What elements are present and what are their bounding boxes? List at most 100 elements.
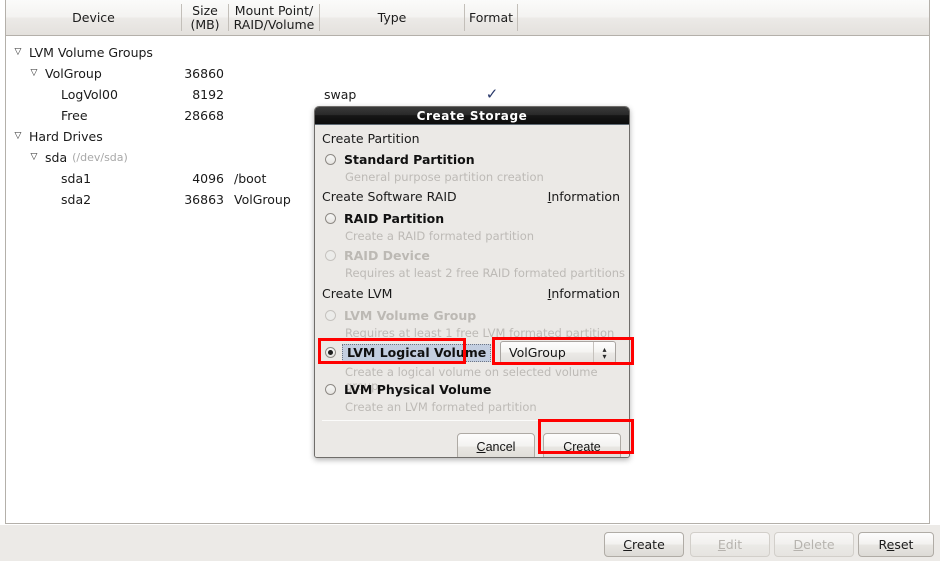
option-standard-partition[interactable]: Standard Partition [325, 151, 475, 168]
radio-lvm-logical-volume-icon[interactable] [325, 347, 336, 358]
dialog-title: Create Storage [315, 107, 629, 125]
section-heading-create-software-raid: Create Software RAID [322, 189, 457, 204]
table-row[interactable]: ▽ VolGroup 36860 [6, 63, 929, 84]
expander-triangle-icon[interactable]: ▽ [28, 63, 40, 84]
expander-triangle-icon[interactable]: ▽ [12, 126, 24, 147]
device-label: LVM Volume Groups [29, 45, 153, 60]
expander-triangle-icon[interactable]: ▽ [28, 147, 40, 168]
column-header-mount-line1: Mount Point/ [234, 2, 314, 18]
option-lvm-physical-volume-desc: Create an LVM formated partition [345, 400, 537, 414]
device-label: sda [45, 150, 68, 165]
column-divider-5[interactable] [517, 4, 518, 31]
device-path-label: (/dev/sda) [72, 151, 128, 164]
chevron-updown-icon[interactable]: ▴ ▾ [593, 342, 615, 363]
option-lvm-physical-volume[interactable]: LVM Physical Volume [325, 381, 491, 398]
option-raid-device-label: RAID Device [344, 248, 430, 263]
information-link-raid[interactable]: Information [548, 189, 620, 204]
device-label: Hard Drives [29, 129, 103, 144]
radio-lvm-volume-group-icon [325, 310, 336, 321]
size-cell: 28668 [184, 108, 224, 123]
reset-button[interactable]: Reset [858, 532, 934, 557]
dialog-body: Create Partition Standard Partition Gene… [315, 125, 629, 457]
column-header-format[interactable]: Format [465, 0, 517, 35]
column-header-mount-line2: RAID/Volume [233, 16, 315, 32]
option-lvm-volume-group-label: LVM Volume Group [344, 308, 477, 323]
option-raid-device[interactable]: RAID Device [325, 247, 430, 264]
option-lvm-volume-group-desc: Requires at least 1 free LVM formated pa… [345, 326, 615, 340]
format-checkmark-icon: ✓ [485, 85, 499, 103]
information-link-raid-label: nformation [551, 189, 620, 204]
option-lvm-physical-volume-label: LVM Physical Volume [344, 382, 492, 397]
radio-raid-partition-icon[interactable] [325, 213, 336, 224]
device-label: sda1 [61, 171, 92, 186]
information-link-lvm[interactable]: Information [548, 286, 620, 301]
device-name-cell[interactable]: sda1 [61, 168, 91, 189]
device-name-cell[interactable]: LogVol00 [61, 84, 118, 105]
delete-button-label: Delete [793, 537, 835, 552]
device-label: LogVol00 [61, 87, 118, 102]
device-label: sda2 [61, 192, 92, 207]
format-cell [468, 42, 516, 63]
option-raid-partition[interactable]: RAID Partition [325, 210, 444, 227]
dialog-cancel-button-label: Cancel [476, 439, 516, 454]
dialog-separator [322, 420, 622, 421]
device-tree-header: Device Size (MB) Mount Point/ RAID/Volum… [6, 0, 929, 36]
option-raid-partition-label: RAID Partition [344, 211, 445, 226]
size-cell [144, 126, 224, 147]
column-header-size[interactable]: Size (MB) [182, 0, 228, 35]
radio-standard-partition-icon[interactable] [325, 154, 336, 165]
size-cell [144, 147, 224, 168]
volume-group-select-value: VolGroup [509, 345, 566, 360]
option-raid-device-desc: Requires at least 2 free RAID formated p… [345, 266, 626, 280]
create-button[interactable]: Create [604, 532, 684, 557]
device-name-cell[interactable]: ▽ Hard Drives [12, 126, 103, 147]
option-raid-partition-desc: Create a RAID formated partition [345, 229, 535, 243]
option-lvm-logical-volume-label: LVM Logical Volume [342, 343, 492, 362]
column-header-size-line2: (MB) [190, 16, 220, 32]
section-heading-create-partition: Create Partition [322, 131, 420, 146]
column-header-mount-point[interactable]: Mount Point/ RAID/Volume [229, 0, 319, 35]
radio-raid-device-icon [325, 250, 336, 261]
option-lvm-logical-volume[interactable]: LVM Logical Volume [325, 343, 492, 362]
column-header-size-line1: Size [192, 2, 218, 18]
column-header-device-label: Device [72, 9, 115, 25]
dialog-create-button-label: Create [563, 439, 601, 454]
bottom-toolbar: Create Edit Delete Reset https://blog.cs… [0, 525, 940, 561]
edit-button[interactable]: Edit [690, 532, 770, 557]
mount-cell: /boot [234, 171, 267, 186]
device-name-cell[interactable]: Free [61, 105, 88, 126]
device-name-cell[interactable]: ▽ LVM Volume Groups [12, 42, 153, 63]
column-header-format-label: Format [468, 9, 514, 25]
volume-group-select[interactable]: VolGroup ▴ ▾ [500, 341, 616, 364]
radio-lvm-physical-volume-icon[interactable] [325, 384, 336, 395]
delete-button[interactable]: Delete [774, 532, 854, 557]
expander-triangle-icon[interactable]: ▽ [12, 42, 24, 63]
app-root: Device Size (MB) Mount Point/ RAID/Volum… [0, 0, 940, 561]
column-header-type-label: Type [377, 9, 407, 25]
information-link-lvm-label: nformation [551, 286, 620, 301]
device-label: VolGroup [45, 66, 102, 81]
device-name-cell[interactable]: ▽ sda (/dev/sda) [28, 147, 128, 168]
column-header-device[interactable]: Device [6, 0, 181, 35]
table-row[interactable]: LogVol00 8192 swap ✓ [6, 84, 929, 105]
mount-cell: VolGroup [234, 192, 291, 207]
option-standard-partition-label: Standard Partition [344, 152, 475, 167]
device-label: Free [61, 108, 88, 123]
section-heading-create-lvm: Create LVM [322, 286, 393, 301]
table-row[interactable]: ▽ LVM Volume Groups [6, 42, 929, 63]
dialog-create-button[interactable]: Create [543, 433, 621, 457]
dialog-cancel-button[interactable]: Cancel [457, 433, 535, 457]
create-storage-dialog: Create Storage Create Partition Standard… [314, 106, 630, 458]
device-name-cell[interactable]: ▽ VolGroup [28, 63, 102, 84]
type-cell: swap [324, 87, 357, 102]
size-cell [144, 42, 224, 63]
create-button-label: Create [623, 537, 665, 552]
size-cell: 36863 [184, 192, 224, 207]
edit-button-label: Edit [717, 537, 743, 552]
device-name-cell[interactable]: sda2 [61, 189, 91, 210]
column-header-type[interactable]: Type [320, 0, 464, 35]
option-lvm-volume-group[interactable]: LVM Volume Group [325, 307, 476, 324]
reset-button-label: Reset [878, 537, 914, 552]
format-cell: ✓ [468, 84, 516, 105]
size-cell: 36860 [184, 66, 224, 81]
